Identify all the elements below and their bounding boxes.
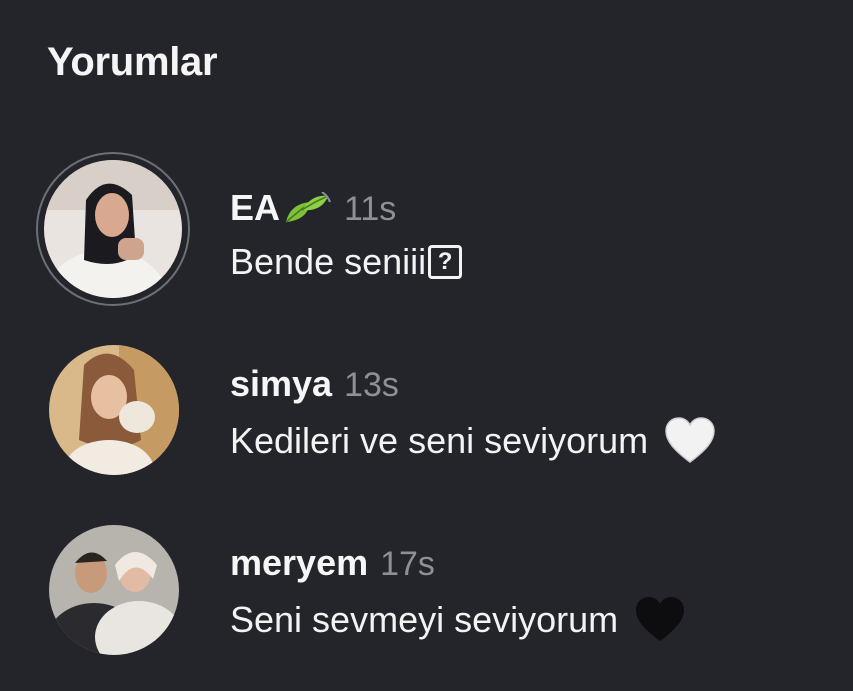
story-ring[interactable] (36, 152, 190, 306)
comment-username[interactable]: simya (230, 363, 332, 405)
avatar[interactable] (49, 525, 179, 655)
leaf-icon (282, 191, 332, 226)
comment-time: 17s (380, 545, 435, 583)
avatar[interactable] (49, 345, 179, 475)
avatar[interactable] (44, 160, 182, 298)
white-heart-icon (664, 417, 716, 465)
black-heart-icon (634, 596, 686, 644)
comment-text: Seni sevmeyi seviyorum (230, 599, 619, 640)
comment-username[interactable]: meryem (230, 542, 368, 584)
comment-item: EA 11s Bende seniii ? (0, 152, 853, 306)
comment-item: simya 13s Kedileri ve seni seviyorum (0, 345, 853, 480)
comment-item: meryem 17s Seni sevmeyi seviyorum (0, 522, 853, 657)
unknown-glyph-icon: ? (428, 245, 463, 279)
comment-text: Kedileri ve seni seviyorum (230, 420, 649, 461)
comment-time: 13s (344, 366, 399, 404)
page-title: Yorumlar (47, 40, 218, 84)
comment-username[interactable]: EA (230, 187, 280, 229)
comment-text: Bende seniii (230, 241, 427, 282)
comment-time: 11s (344, 190, 397, 228)
